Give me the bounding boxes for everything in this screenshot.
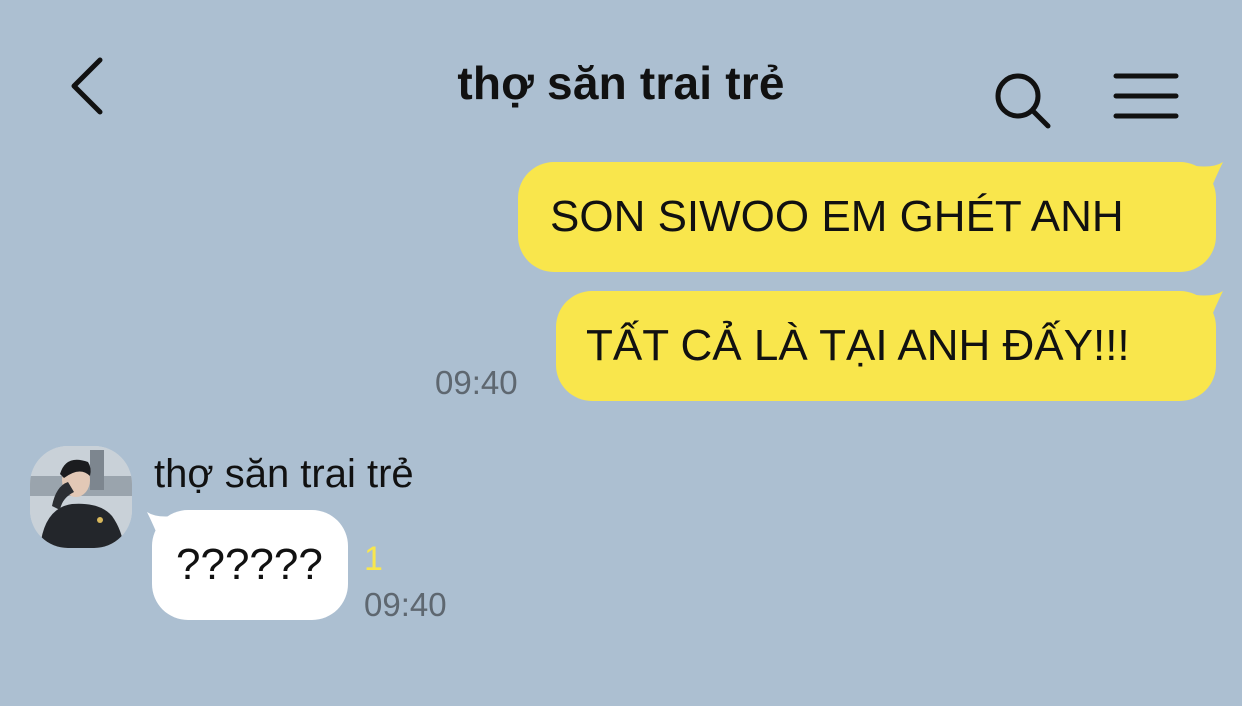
search-icon bbox=[995, 73, 1051, 129]
profile-photo bbox=[30, 446, 132, 548]
sent-message-bubble[interactable]: SON SIWOO EM GHÉT ANH bbox=[518, 162, 1216, 272]
message-text: ?????? bbox=[176, 540, 323, 589]
sender-avatar[interactable] bbox=[30, 446, 132, 548]
menu-button[interactable] bbox=[1110, 68, 1182, 124]
message-timestamp: 09:40 bbox=[435, 364, 518, 401]
message-timestamp: 09:40 bbox=[364, 586, 447, 623]
chat-header: thợ săn trai trẻ bbox=[0, 0, 1242, 150]
sent-message-bubble[interactable]: TẤT CẢ LÀ TẠI ANH ĐẤY!!! bbox=[556, 291, 1216, 401]
search-button[interactable] bbox=[990, 68, 1056, 134]
message-text: SON SIWOO EM GHÉT ANH bbox=[550, 192, 1124, 241]
bubble-tail bbox=[1196, 162, 1223, 196]
sender-name: thợ săn trai trẻ bbox=[154, 452, 414, 496]
received-message-bubble[interactable]: ?????? bbox=[152, 510, 348, 620]
hamburger-menu-icon bbox=[1113, 73, 1179, 119]
bubble-tail bbox=[1196, 291, 1223, 325]
unread-count: 1 bbox=[364, 540, 383, 578]
message-text: TẤT CẢ LÀ TẠI ANH ĐẤY!!! bbox=[586, 321, 1130, 370]
